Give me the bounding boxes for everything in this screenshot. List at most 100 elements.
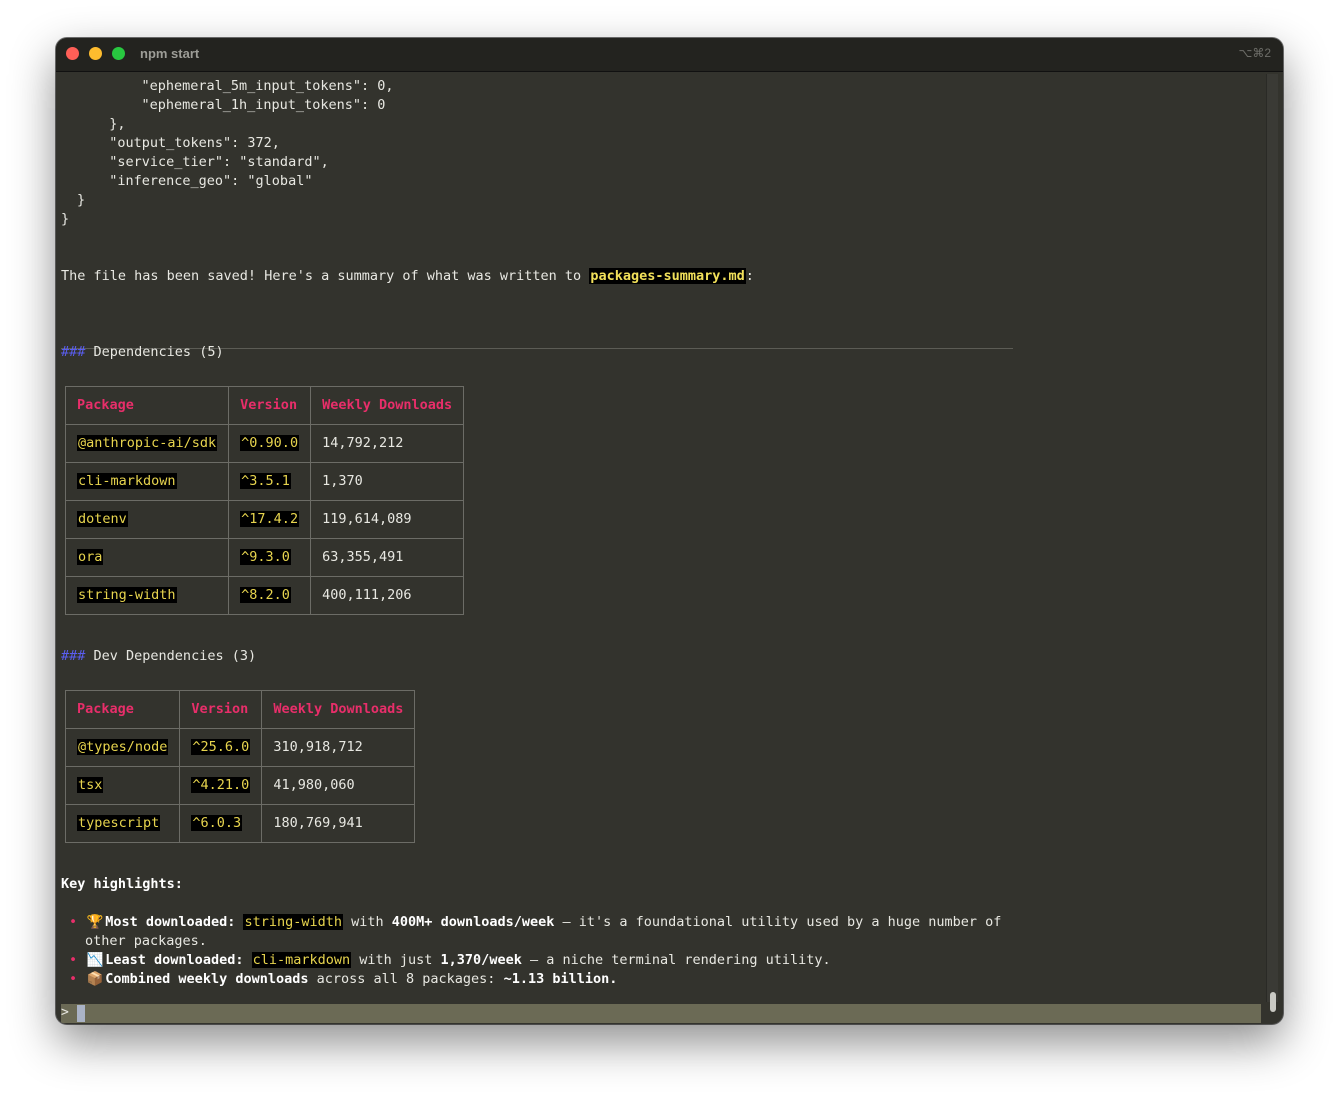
- table-row: ora ^9.3.0 63,355,491: [64, 538, 465, 577]
- highlight-code: string-width: [243, 914, 344, 930]
- package-cell: string-width: [64, 576, 230, 615]
- table-row: dotenv ^17.4.2 119,614,089: [64, 500, 465, 539]
- package-version: ^3.5.1: [240, 473, 291, 489]
- highlight-strong: 1,370/week: [440, 952, 522, 968]
- scrollbar[interactable]: [1266, 74, 1278, 1002]
- highlight-label: Most downloaded:: [105, 914, 236, 930]
- close-button[interactable]: [66, 47, 79, 60]
- package-cell: ora: [64, 538, 230, 577]
- package-name: tsx: [77, 777, 104, 793]
- downloads-cell: 180,769,941: [261, 804, 416, 843]
- package-name: @anthropic-ai/sdk: [77, 435, 218, 451]
- column-header-version: Version: [228, 386, 312, 425]
- version-cell: ^4.21.0: [179, 766, 263, 805]
- package-cell: dotenv: [64, 500, 230, 539]
- trophy-icon: 🏆: [86, 914, 104, 930]
- package-version: ^9.3.0: [240, 549, 291, 565]
- bullet: •: [69, 952, 78, 968]
- version-cell: ^9.3.0: [228, 538, 312, 577]
- package-version: ^17.4.2: [240, 511, 300, 527]
- json-line: "ephemeral_5m_input_tokens": 0,: [109, 78, 394, 94]
- heading-marker: ###: [61, 344, 86, 360]
- json-line: }: [61, 211, 70, 227]
- table-row: @anthropic-ai/sdk ^0.90.0 14,792,212: [64, 424, 465, 463]
- package-cell: typescript: [64, 804, 181, 843]
- package-name: ora: [77, 549, 104, 565]
- highlight-mid: across all 8 packages:: [308, 971, 504, 987]
- highlight-item: • 📦 Combined weekly downloads across all …: [69, 970, 617, 989]
- version-cell: ^3.5.1: [228, 462, 312, 501]
- downloads-cell: 14,792,212: [310, 424, 465, 463]
- column-header-package: Package: [64, 386, 230, 425]
- table-row: tsx ^4.21.0 41,980,060: [64, 766, 416, 805]
- bullet: •: [69, 971, 78, 987]
- json-line: "inference_geo": "global": [93, 173, 313, 189]
- input-prompt[interactable]: >: [61, 1004, 1261, 1023]
- table-header-row: Package Version Weekly Downloads: [64, 690, 416, 729]
- package-name: typescript: [77, 815, 161, 831]
- version-cell: ^6.0.3: [179, 804, 263, 843]
- table-header-row: Package Version Weekly Downloads: [64, 386, 465, 425]
- highlight-item: • 📉 Least downloaded: cli-markdown with j…: [69, 951, 831, 970]
- highlight-mid: with just: [351, 952, 441, 968]
- highlight-strong: ~1.13 billion.: [503, 971, 618, 987]
- highlights-title: Key highlights:: [61, 876, 183, 892]
- dependencies-table: Package Version Weekly Downloads @anthro…: [64, 386, 465, 615]
- package-name: dotenv: [77, 511, 128, 527]
- package-cell: cli-markdown: [64, 462, 230, 501]
- prompt-char: >: [61, 1005, 69, 1020]
- downloads-cell: 119,614,089: [310, 500, 465, 539]
- title-bar: npm start ⌥⌘2: [56, 38, 1283, 72]
- downloads-cell: 400,111,206: [310, 576, 465, 615]
- downloads-cell: 63,355,491: [310, 538, 465, 577]
- column-header-downloads: Weekly Downloads: [261, 690, 416, 729]
- column-header-downloads: Weekly Downloads: [310, 386, 465, 425]
- summary-prefix: The file has been saved! Here's a summar…: [61, 268, 590, 284]
- heading-marker: ###: [61, 648, 86, 664]
- highlight-continuation: other packages.: [85, 933, 207, 949]
- json-line: "output_tokens": 372,: [93, 135, 280, 151]
- bullet: •: [69, 914, 78, 930]
- scrollbar-thumb[interactable]: [1270, 992, 1276, 1012]
- package-version: ^8.2.0: [240, 587, 291, 603]
- column-header-version: Version: [179, 690, 263, 729]
- highlight-label: Combined weekly downloads: [105, 971, 309, 987]
- minimize-button[interactable]: [89, 47, 102, 60]
- dev-dependencies-heading-text: Dev Dependencies (3): [93, 648, 257, 664]
- terminal-output: "ephemeral_5m_input_tokens": 0, "ephemer…: [61, 72, 1261, 1002]
- json-line: },: [93, 116, 126, 132]
- dependencies-heading-text: Dependencies (5): [93, 344, 224, 360]
- package-name: cli-markdown: [77, 473, 177, 489]
- terminal-window: npm start ⌥⌘2 "ephemeral_5m_input_tokens…: [56, 38, 1283, 1024]
- downloads-cell: 1,370: [310, 462, 465, 501]
- window-shortcut: ⌥⌘2: [1238, 46, 1271, 60]
- version-cell: ^25.6.0: [179, 728, 263, 767]
- dev-dependencies-heading: ### Dev Dependencies (3): [61, 647, 256, 666]
- window-title: npm start: [140, 46, 200, 61]
- highlight-rest: — a niche terminal rendering utility.: [521, 952, 831, 968]
- package-version: ^4.21.0: [191, 777, 251, 793]
- highlight-strong: 400M+ downloads/week: [391, 914, 555, 930]
- summary-line: The file has been saved! Here's a summar…: [61, 267, 754, 286]
- table-row: @types/node ^25.6.0 310,918,712: [64, 728, 416, 767]
- package-version: ^6.0.3: [191, 815, 243, 831]
- downloads-cell: 310,918,712: [261, 728, 416, 767]
- highlight-label: Least downloaded:: [105, 952, 244, 968]
- table-row: typescript ^6.0.3 180,769,941: [64, 804, 416, 843]
- package-cell: tsx: [64, 766, 181, 805]
- highlight-mid: with: [343, 914, 392, 930]
- version-cell: ^17.4.2: [228, 500, 312, 539]
- package-icon: 📦: [86, 971, 104, 987]
- package-version: ^0.90.0: [240, 435, 300, 451]
- dependencies-heading: ### Dependencies (5): [61, 343, 224, 362]
- package-cell: @types/node: [64, 728, 181, 767]
- text-cursor: [77, 1005, 85, 1022]
- maximize-button[interactable]: [112, 47, 125, 60]
- version-cell: ^8.2.0: [228, 576, 312, 615]
- json-line: }: [77, 192, 86, 208]
- chart-decreasing-icon: 📉: [86, 952, 104, 968]
- package-name: @types/node: [77, 739, 169, 755]
- highlight-code: cli-markdown: [251, 952, 352, 968]
- downloads-cell: 41,980,060: [261, 766, 416, 805]
- highlight-item: • 🏆 Most downloaded: string-width with 40…: [69, 913, 1001, 932]
